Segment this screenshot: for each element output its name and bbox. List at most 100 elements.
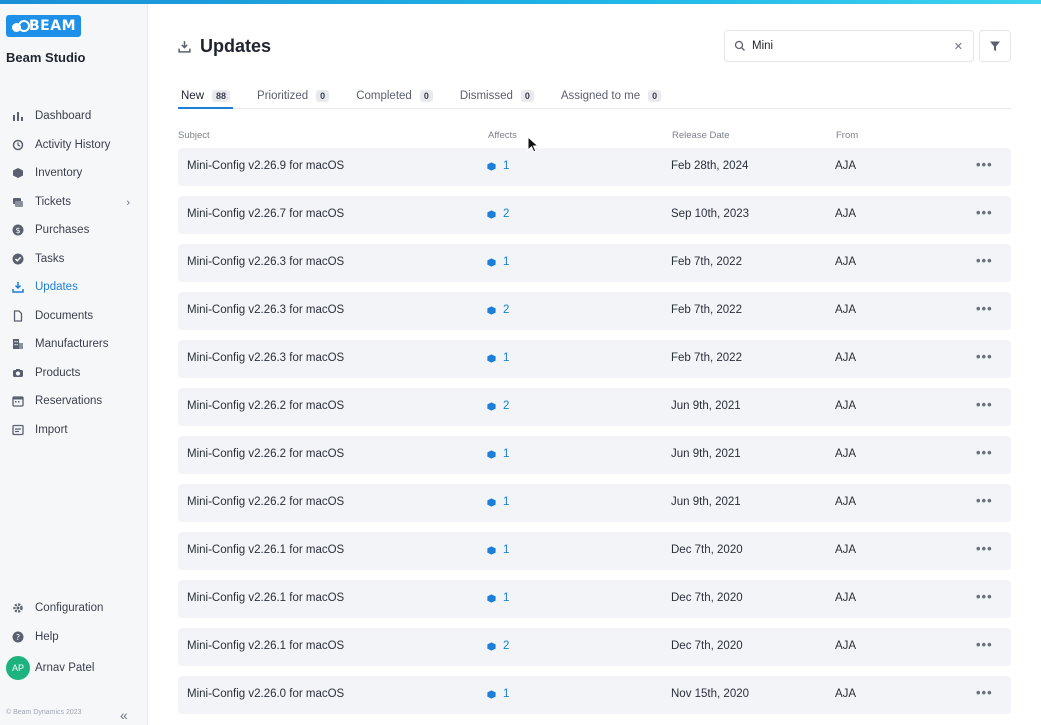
search-input[interactable]: Mini ✕: [724, 30, 974, 62]
column-header-from[interactable]: From: [836, 130, 858, 141]
row-subject[interactable]: Mini-Config v2.26.7 for macOS: [187, 208, 344, 220]
collapse-sidebar-icon[interactable]: «: [120, 707, 128, 723]
more-options-icon[interactable]: •••: [976, 253, 993, 268]
column-header-subject[interactable]: Subject: [178, 130, 210, 141]
sidebar-item-tickets[interactable]: Tickets ›: [0, 188, 147, 217]
sidebar-item-tasks[interactable]: Tasks: [0, 245, 147, 274]
row-from: AJA: [835, 592, 857, 604]
more-options-icon[interactable]: •••: [976, 301, 993, 316]
row-affects[interactable]: 2: [487, 640, 509, 652]
row-release-date: Dec 7th, 2020: [671, 544, 743, 556]
filter-button[interactable]: [979, 30, 1011, 62]
column-header-release-date[interactable]: Release Date: [672, 130, 730, 141]
download-icon: [178, 41, 191, 53]
sidebar-item-label: Tickets: [35, 195, 71, 208]
row-subject[interactable]: Mini-Config v2.26.2 for macOS: [187, 448, 344, 460]
more-options-icon[interactable]: •••: [976, 445, 993, 460]
more-options-icon[interactable]: •••: [976, 637, 993, 652]
row-affects[interactable]: 1: [487, 256, 509, 268]
sidebar-item-updates[interactable]: Updates: [0, 273, 147, 302]
mouse-cursor-icon: [527, 136, 539, 153]
table-row[interactable]: Mini-Config v2.26.3 for macOS 1 Feb 7th, 2…: [178, 244, 1011, 282]
clear-search-icon[interactable]: ✕: [954, 40, 963, 53]
row-subject[interactable]: Mini-Config v2.26.3 for macOS: [187, 304, 344, 316]
user-profile[interactable]: AP Arnav Patel: [6, 656, 94, 680]
table-row[interactable]: Mini-Config v2.26.1 for macOS 1 Dec 7th, 2…: [178, 580, 1011, 618]
svg-text:?: ?: [15, 633, 19, 642]
sidebar-item-configuration[interactable]: Configuration: [0, 594, 147, 623]
row-affects[interactable]: 1: [487, 448, 509, 460]
sidebar-item-import[interactable]: Import: [0, 416, 147, 445]
affects-count: 1: [503, 448, 510, 460]
cube-icon: [487, 641, 496, 651]
more-options-icon[interactable]: •••: [976, 397, 993, 412]
row-from: AJA: [835, 400, 857, 412]
column-header-affects[interactable]: Affects: [488, 130, 517, 141]
row-subject[interactable]: Mini-Config v2.26.2 for macOS: [187, 400, 344, 412]
affects-count: 1: [503, 592, 510, 604]
more-options-icon[interactable]: •••: [976, 685, 993, 700]
row-affects[interactable]: 2: [487, 304, 509, 316]
more-options-icon[interactable]: •••: [976, 541, 993, 556]
more-options-icon[interactable]: •••: [976, 589, 993, 604]
tab-assigned-to-me[interactable]: Assigned to me 0: [558, 86, 664, 109]
table-row[interactable]: Mini-Config v2.26.1 for macOS 2 Dec 7th, 2…: [178, 628, 1011, 666]
row-subject[interactable]: Mini-Config v2.26.0 for macOS: [187, 688, 344, 700]
affects-count: 1: [503, 496, 510, 508]
tab-count-badge: 0: [648, 90, 662, 102]
main-content: Updates Mini ✕ New 88 Prioritized 0 Comple…: [148, 4, 1041, 725]
tab-new[interactable]: New 88: [178, 86, 234, 109]
more-options-icon[interactable]: •••: [976, 349, 993, 364]
tab-prioritized[interactable]: Prioritized 0: [254, 86, 332, 109]
row-affects[interactable]: 1: [487, 544, 509, 556]
row-affects[interactable]: 1: [487, 688, 509, 700]
table-row[interactable]: Mini-Config v2.26.3 for macOS 1 Feb 7th, 2…: [178, 340, 1011, 378]
cube-icon: [487, 401, 496, 411]
row-affects[interactable]: 2: [487, 208, 509, 220]
affects-count: 1: [503, 544, 510, 556]
row-subject[interactable]: Mini-Config v2.26.1 for macOS: [187, 544, 344, 556]
row-subject[interactable]: Mini-Config v2.26.1 for macOS: [187, 592, 344, 604]
row-subject[interactable]: Mini-Config v2.26.2 for macOS: [187, 496, 344, 508]
row-subject[interactable]: Mini-Config v2.26.3 for macOS: [187, 352, 344, 364]
beam-logo[interactable]: BEAM: [6, 15, 81, 37]
sidebar-item-activity-history[interactable]: Activity History: [0, 131, 147, 160]
more-options-icon[interactable]: •••: [976, 205, 993, 220]
sidebar-item-label: Documents: [35, 309, 94, 322]
row-subject[interactable]: Mini-Config v2.26.3 for macOS: [187, 256, 344, 268]
more-options-icon[interactable]: •••: [976, 157, 993, 172]
table-row[interactable]: Mini-Config v2.26.2 for macOS 2 Jun 9th, 2…: [178, 388, 1011, 426]
row-affects[interactable]: 2: [487, 400, 509, 412]
sidebar-item-dashboard[interactable]: Dashboard: [0, 102, 147, 131]
sidebar-item-help[interactable]: ? Help: [0, 623, 147, 652]
table-row[interactable]: Mini-Config v2.26.1 for macOS 1 Dec 7th, 2…: [178, 532, 1011, 570]
table-row[interactable]: Mini-Config v2.26.7 for macOS 2 Sep 10th, …: [178, 196, 1011, 234]
table-row[interactable]: Mini-Config v2.26.2 for macOS 1 Jun 9th, 2…: [178, 484, 1011, 522]
tab-dismissed[interactable]: Dismissed 0: [457, 86, 537, 109]
table-row[interactable]: Mini-Config v2.26.0 for macOS 1 Nov 15th, …: [178, 676, 1011, 714]
row-subject[interactable]: Mini-Config v2.26.9 for macOS: [187, 160, 344, 172]
tab-label: New: [181, 90, 205, 102]
sidebar-item-documents[interactable]: Documents: [0, 302, 147, 331]
row-affects[interactable]: 1: [487, 592, 509, 604]
row-subject[interactable]: Mini-Config v2.26.1 for macOS: [187, 640, 344, 652]
sidebar: BEAM Beam Studio Dashboard Activity Hist…: [0, 4, 148, 725]
row-affects[interactable]: 1: [487, 160, 509, 172]
row-affects[interactable]: 1: [487, 352, 509, 364]
sidebar-item-products[interactable]: Products: [0, 359, 147, 388]
table-row[interactable]: Mini-Config v2.26.2 for macOS 1 Jun 9th, 2…: [178, 436, 1011, 474]
sidebar-item-purchases[interactable]: $ Purchases: [0, 216, 147, 245]
sidebar-item-inventory[interactable]: Inventory: [0, 159, 147, 188]
sidebar-item-manufacturers[interactable]: Manufacturers: [0, 330, 147, 359]
cube-icon: [487, 593, 496, 603]
row-release-date: Jun 9th, 2021: [671, 448, 741, 460]
tab-count-badge: 0: [520, 90, 534, 102]
row-affects[interactable]: 1: [487, 496, 509, 508]
table-row[interactable]: Mini-Config v2.26.9 for macOS 1 Feb 28th, …: [178, 148, 1011, 186]
tab-completed[interactable]: Completed 0: [353, 86, 436, 109]
tab-count-badge: 88: [212, 90, 231, 102]
more-options-icon[interactable]: •••: [976, 493, 993, 508]
sidebar-item-reservations[interactable]: Reservations: [0, 387, 147, 416]
affects-count: 2: [503, 640, 510, 652]
table-row[interactable]: Mini-Config v2.26.3 for macOS 2 Feb 7th, 2…: [178, 292, 1011, 330]
